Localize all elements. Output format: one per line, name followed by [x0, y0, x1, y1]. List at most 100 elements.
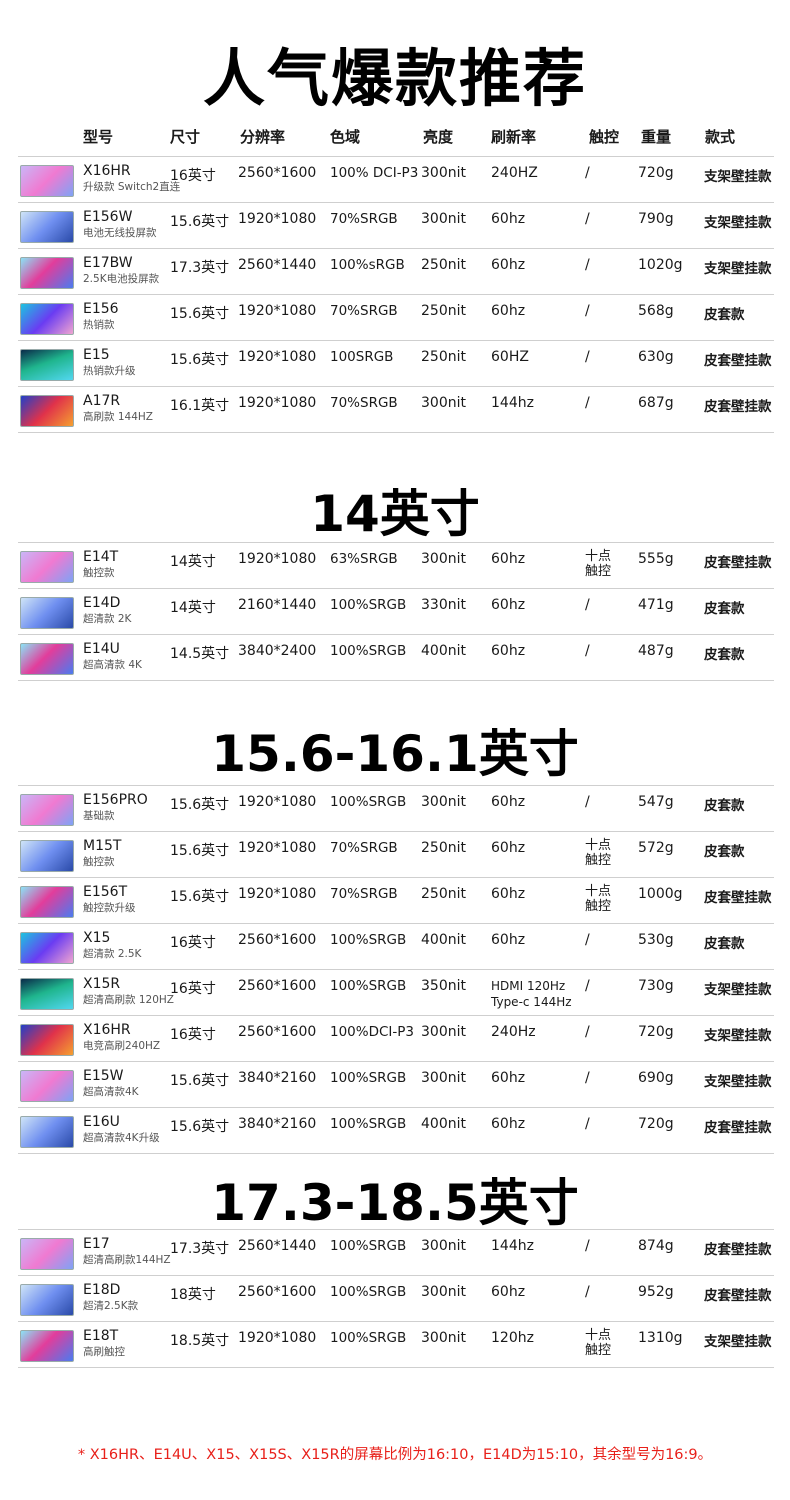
weight-cell: 720g: [638, 1116, 674, 1132]
style-cell: 支架壁挂款: [704, 169, 772, 185]
header-brightness: 亮度: [423, 128, 454, 146]
size-cell: 16.1英寸: [170, 398, 230, 414]
weight-cell: 547g: [638, 794, 674, 810]
weight-cell: 687g: [638, 395, 674, 411]
refresh-cell: 60hz: [491, 794, 526, 810]
resolution-cell: 2160*1440: [238, 597, 317, 613]
table-15-16: E156PRO 基础款 15.6英寸 1920*1080 100%SRGB 300nit 6…: [18, 785, 774, 1154]
model-cell: E15 热销款升级: [83, 347, 136, 378]
weight-cell: 952g: [638, 1284, 674, 1300]
model-cell: M15T 触控款: [83, 838, 121, 869]
table-row: E15W 超高清款4K 15.6英寸 3840*2160 100%SRGB 300nit 6…: [18, 1062, 774, 1108]
table-row: X16HR 电竞高刷240HZ 16英寸 2560*1600 100%DCI-P3 300…: [18, 1016, 774, 1062]
product-thumbnail: [20, 643, 74, 675]
table-row: E14D 超清款 2K 14英寸 2160*1440 100%SRGB 330nit 60h…: [18, 589, 774, 635]
weight-cell: 720g: [638, 1024, 674, 1040]
touch-cell: /: [585, 165, 590, 181]
resolution-cell: 1920*1080: [238, 794, 317, 810]
size-cell: 17.3英寸: [170, 1241, 230, 1257]
size-cell: 15.6英寸: [170, 306, 230, 322]
style-cell: 皮套壁挂款: [704, 1288, 772, 1304]
refresh-cell: 60hz: [491, 257, 526, 273]
brightness-cell: 330nit: [421, 597, 466, 613]
resolution-cell: 1920*1080: [238, 349, 317, 365]
brightness-cell: 400nit: [421, 643, 466, 659]
product-thumbnail: [20, 978, 74, 1010]
model-name: E156: [83, 301, 119, 317]
weight-cell: 487g: [638, 643, 674, 659]
model-name: E15W: [83, 1068, 124, 1084]
table-row: E156PRO 基础款 15.6英寸 1920*1080 100%SRGB 300nit 6…: [18, 785, 774, 832]
weight-cell: 471g: [638, 597, 674, 613]
model-name: E14T: [83, 549, 119, 565]
gamut-cell: 100%sRGB: [330, 257, 405, 273]
brightness-cell: 400nit: [421, 932, 466, 948]
touch-cell: /: [585, 932, 590, 948]
table-row: E14T 触控款 14英寸 1920*1080 63%SRGB 300nit 60hz 十点触…: [18, 542, 774, 589]
size-cell: 15.6英寸: [170, 1119, 230, 1135]
resolution-cell: 3840*2400: [238, 643, 317, 659]
model-subtitle: 基础款: [83, 810, 115, 822]
size-cell: 16英寸: [170, 168, 216, 184]
header-style: 款式: [705, 128, 736, 146]
touch-cell: /: [585, 597, 590, 613]
touch-line: 触控: [585, 564, 612, 579]
model-cell: E18D 超清2.5K款: [83, 1282, 138, 1313]
weight-cell: 630g: [638, 349, 674, 365]
model-subtitle: 高刷触控: [83, 1346, 125, 1358]
product-thumbnail: [20, 932, 74, 964]
weight-cell: 874g: [638, 1238, 674, 1254]
product-thumbnail: [20, 165, 74, 197]
table-row: X15 超清款 2.5K 16英寸 2560*1600 100%SRGB 400nit 60…: [18, 924, 774, 970]
style-cell: 皮套款: [704, 601, 745, 617]
table-row: E156W 电池无线投屏款 15.6英寸 1920*1080 70%SRGB 300nit…: [18, 203, 774, 249]
table-row: E18T 高刷触控 18.5英寸 1920*1080 100%SRGB 300nit 120…: [18, 1322, 774, 1368]
brightness-cell: 300nit: [421, 1330, 466, 1346]
brightness-cell: 300nit: [421, 1070, 466, 1086]
table-14: E14T 触控款 14英寸 1920*1080 63%SRGB 300nit 60hz 十点触…: [18, 542, 774, 681]
product-thumbnail: [20, 840, 74, 872]
touch-cell: 十点 触控: [585, 549, 611, 579]
resolution-cell: 3840*2160: [238, 1070, 317, 1086]
style-cell: 支架壁挂款: [704, 215, 772, 231]
table-row: X16HR 升级款 Switch2直连 16英寸 2560*1600 100% DCI-…: [18, 156, 774, 203]
model-subtitle: 超清高刷款 120HZ: [83, 994, 174, 1006]
touch-cell: /: [585, 257, 590, 273]
style-cell: 皮套款: [704, 798, 745, 814]
model-cell: E14D 超清款 2K: [83, 595, 131, 626]
brightness-cell: 350nit: [421, 978, 466, 994]
model-name: A17R: [83, 393, 121, 409]
model-subtitle: 超高清款4K升级: [83, 1132, 160, 1144]
header-gamut: 色域: [330, 128, 361, 146]
product-thumbnail: [20, 395, 74, 427]
table-row: E16U 超高清款4K升级 15.6英寸 3840*2160 100%SRGB 400ni…: [18, 1108, 774, 1154]
touch-cell: /: [585, 1070, 590, 1086]
product-thumbnail: [20, 257, 74, 289]
brightness-cell: 300nit: [421, 794, 466, 810]
style-cell: 支架壁挂款: [704, 982, 772, 998]
product-thumbnail: [20, 1284, 74, 1316]
touch-cell: /: [585, 978, 590, 994]
model-name: E18T: [83, 1328, 119, 1344]
model-subtitle: 超清高刷款144HZ: [83, 1254, 171, 1266]
weight-cell: 555g: [638, 551, 674, 567]
model-cell: X15R 超清高刷款 120HZ: [83, 976, 174, 1007]
touch-line: 十点: [585, 838, 612, 853]
refresh-cell: 240Hz: [491, 1024, 536, 1040]
table-row: E15 热销款升级 15.6英寸 1920*1080 100SRGB 250nit 60HZ…: [18, 341, 774, 387]
table-row: E156 热销款 15.6英寸 1920*1080 70%SRGB 250nit 60hz /…: [18, 295, 774, 341]
refresh-cell: 60hz: [491, 551, 526, 567]
model-subtitle: 热销款升级: [83, 365, 136, 377]
brightness-cell: 300nit: [421, 551, 466, 567]
size-cell: 14英寸: [170, 600, 216, 616]
model-subtitle: 热销款: [83, 319, 115, 331]
brightness-cell: 250nit: [421, 840, 466, 856]
table-row: M15T 触控款 15.6英寸 1920*1080 70%SRGB 250nit 60hz 十…: [18, 832, 774, 878]
model-subtitle: 超清款 2K: [83, 613, 132, 625]
resolution-cell: 2560*1600: [238, 1024, 317, 1040]
product-thumbnail: [20, 303, 74, 335]
refresh-cell: 60hz: [491, 932, 526, 948]
weight-cell: 568g: [638, 303, 674, 319]
touch-cell: /: [585, 1024, 590, 1040]
size-cell: 16英寸: [170, 935, 216, 951]
